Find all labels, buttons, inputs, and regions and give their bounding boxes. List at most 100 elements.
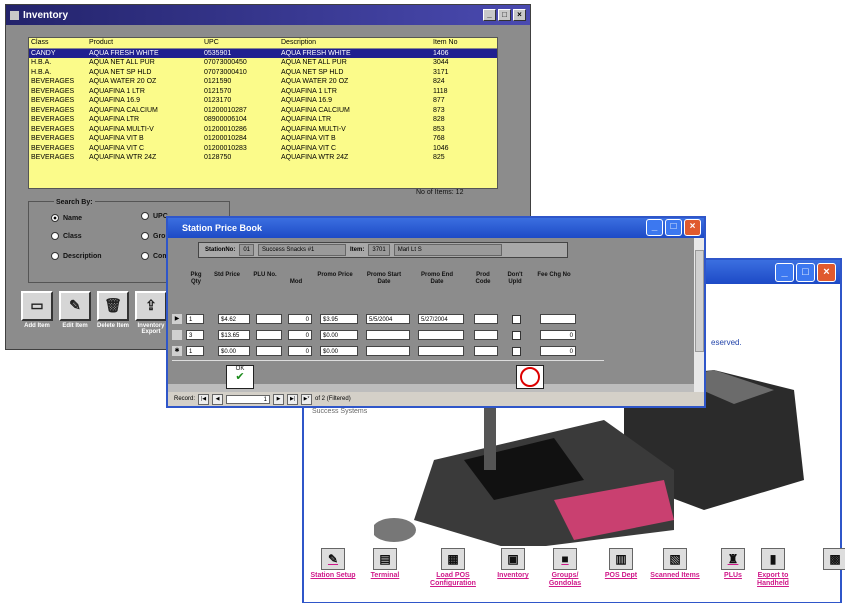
field-prod[interactable] — [474, 346, 498, 356]
field-std[interactable]: $0.00 — [218, 346, 250, 356]
field-mod[interactable]: 0 — [288, 314, 312, 324]
ok-button[interactable]: OK ✔ — [226, 365, 254, 389]
field-promo[interactable]: $3.95 — [320, 314, 358, 324]
field-promo[interactable]: $0.00 — [320, 346, 358, 356]
table-row[interactable]: BEVERAGES AQUAFINA 1 LTR 0121570 AQUAFINA 1… — [29, 87, 497, 97]
prev-record-icon[interactable]: ◀ — [212, 393, 224, 405]
field-pend[interactable]: 5/27/2004 — [418, 314, 464, 324]
field-prod[interactable] — [474, 330, 498, 340]
table-row[interactable]: CANDY AQUA FRESH WHITE 0535901 AQUA FRESH W… — [29, 48, 497, 58]
search-by-label: Search By: — [54, 199, 95, 206]
col-description[interactable]: Description — [281, 38, 433, 48]
field-plu[interactable] — [256, 314, 282, 324]
field-plu[interactable] — [256, 346, 282, 356]
col-item-no[interactable]: Item No — [433, 38, 493, 48]
col-class[interactable]: Class — [29, 38, 89, 48]
close-icon[interactable]: × — [817, 263, 836, 282]
close-icon[interactable]: × — [513, 9, 526, 21]
field-pkg[interactable]: 3 — [186, 330, 204, 340]
table-cell: AQUAFINA 16.9 — [281, 97, 332, 104]
dont-upload-checkbox[interactable] — [512, 315, 521, 324]
field-fee[interactable] — [540, 314, 576, 324]
field-pkg[interactable]: 1 — [186, 314, 204, 324]
table-cell: BEVERAGES — [31, 87, 75, 95]
field-pstart[interactable] — [366, 330, 410, 340]
field-prod[interactable] — [474, 314, 498, 324]
nav-scanned-button[interactable]: ▧ Scanned Items — [650, 548, 700, 580]
first-record-icon[interactable]: |◀ — [198, 393, 210, 405]
maximize-icon[interactable]: □ — [665, 219, 682, 236]
field-pkg[interactable]: 1 — [186, 346, 204, 356]
table-cell: AQUAFINA 16.9 — [89, 97, 140, 104]
record-number-input[interactable]: 1 — [226, 394, 271, 404]
table-row[interactable]: BEVERAGES AQUAFINA VIT B 01200010284 AQUAFI… — [29, 134, 497, 144]
field-pend[interactable] — [418, 346, 464, 356]
table-row[interactable]: BEVERAGES AQUAFINA MULTI-V 01200010286 AQUA… — [29, 125, 497, 135]
table-row[interactable]: BEVERAGES AQUAFINA CALCIUM 01200010287 AQUA… — [29, 106, 497, 116]
item-label: Item: — [350, 247, 365, 253]
field-mod[interactable]: 0 — [288, 330, 312, 340]
last-record-icon[interactable]: ▶| — [287, 393, 299, 405]
new-record-icon[interactable]: ▶* — [301, 393, 313, 405]
record-selector[interactable]: ▶ — [172, 314, 182, 324]
record-selector[interactable] — [172, 330, 182, 340]
cancel-button[interactable] — [516, 365, 544, 389]
field-promo[interactable]: $0.00 — [320, 330, 358, 340]
table-row[interactable]: BEVERAGES AQUAFINA WTR 24Z 0128750 AQUAFINA… — [29, 153, 497, 163]
price-row[interactable]: ✱ 1 $0.00 0 $0.00 0 — [172, 346, 602, 357]
table-row[interactable]: BEVERAGES AQUA WATER 20 OZ 0121590 AQUA WAT… — [29, 77, 497, 87]
close-icon[interactable]: × — [684, 219, 701, 236]
edit-item-button[interactable]: ✎ Edit Item — [58, 291, 92, 345]
field-std[interactable]: $13.65 — [218, 330, 250, 340]
add-item-button[interactable]: ▭ Add Item — [20, 291, 54, 345]
price-row[interactable]: 3 $13.65 0 $0.00 0 — [172, 330, 602, 341]
vertical-scrollbar[interactable] — [694, 238, 704, 392]
table-cell: 1118 — [433, 87, 448, 95]
field-std[interactable]: $4.62 — [218, 314, 250, 324]
minimize-icon[interactable]: _ — [646, 219, 663, 236]
delete-item-button[interactable]: 🗑 Delete Item — [96, 291, 130, 345]
inventory-export-button[interactable]: ⇪ Inventory Export — [134, 291, 168, 345]
next-record-icon[interactable]: ▶ — [273, 393, 285, 405]
minimize-icon[interactable]: _ — [775, 263, 794, 282]
table-row[interactable]: H.B.A. AQUA NET SP HLD 07073000410 AQUA NET… — [29, 68, 497, 78]
radio-description[interactable]: Description — [51, 252, 102, 260]
table-row[interactable]: BEVERAGES AQUAFINA LTR 08900006104 AQUAFINA… — [29, 115, 497, 125]
nav-loadpos-button[interactable]: ▦ Load POS Configuration — [422, 548, 484, 588]
nav-label: Station Setup — [310, 572, 356, 579]
nav-groups-button[interactable]: ■ Groups/ Gondolas — [540, 548, 590, 588]
nav-posdept-button[interactable]: ▥ POS Dept — [596, 548, 646, 580]
radio-class-label: Class — [63, 232, 82, 240]
minimize-icon[interactable]: _ — [483, 9, 496, 21]
record-selector[interactable]: ✱ — [172, 346, 182, 356]
nav-export-button[interactable]: ▮ Export to Handheld — [748, 548, 798, 588]
scroll-thumb[interactable] — [695, 250, 704, 352]
field-plu[interactable] — [256, 330, 282, 340]
nav-station-button[interactable]: ✎ Station Setup — [308, 548, 358, 580]
field-pend[interactable] — [418, 330, 464, 340]
col-product[interactable]: Product — [89, 38, 204, 48]
dont-upload-checkbox[interactable] — [512, 331, 521, 340]
field-pstart[interactable] — [366, 346, 410, 356]
inventory-grid[interactable]: Class Product UPC Description Item No CA… — [28, 37, 498, 189]
nav-inventory-button[interactable]: ▣ Inventory — [488, 548, 538, 580]
table-row[interactable]: BEVERAGES AQUAFINA 16.9 0123170 AQUAFINA 16… — [29, 96, 497, 106]
table-row[interactable]: H.B.A. AQUA NET ALL PUR 07073000450 AQUA NE… — [29, 58, 497, 68]
radio-upc[interactable]: UPC — [141, 212, 168, 220]
field-mod[interactable]: 0 — [288, 346, 312, 356]
col-upc[interactable]: UPC — [204, 38, 281, 48]
nav-terminal-button[interactable]: ▤ Terminal — [360, 548, 410, 580]
nav-exit-button[interactable]: ▩ — [810, 548, 845, 572]
field-pstart[interactable]: 5/5/2004 — [366, 314, 410, 324]
pos-nav-bar: ✎ Station Setup ▤ Terminal ▦ Load POS Configu… — [304, 546, 845, 602]
radio-icon — [141, 212, 149, 220]
field-fee[interactable]: 0 — [540, 330, 576, 340]
maximize-icon[interactable]: □ — [498, 9, 511, 21]
radio-class[interactable]: Class — [51, 232, 82, 240]
radio-name[interactable]: Name — [51, 214, 82, 222]
maximize-icon[interactable]: □ — [796, 263, 815, 282]
dont-upload-checkbox[interactable] — [512, 347, 521, 356]
field-fee[interactable]: 0 — [540, 346, 576, 356]
price-row[interactable]: ▶ 1 $4.62 0 $3.95 5/5/2004 5/27/2004 — [172, 314, 602, 325]
table-row[interactable]: BEVERAGES AQUAFINA VIT C 01200010283 AQUAFI… — [29, 144, 497, 154]
